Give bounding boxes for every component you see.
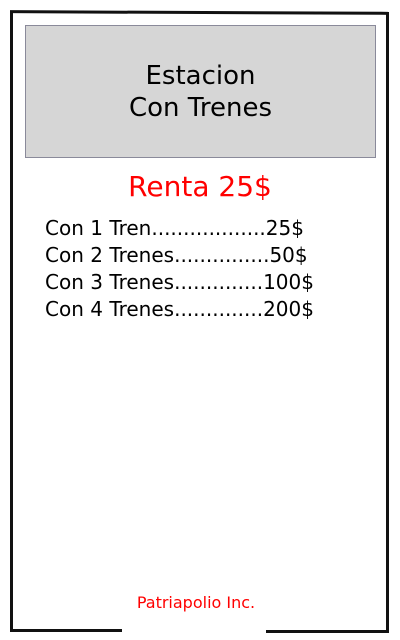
border-bottom-left: [10, 629, 122, 632]
border-right: [386, 12, 389, 632]
border-bottom-right: [266, 630, 389, 633]
rent-row: Con 4 Trenes..............200$: [45, 297, 314, 321]
card-title-line1: Estacion: [145, 60, 256, 91]
rent-row: Con 1 Tren..................25$: [45, 216, 304, 240]
rent-row: Con 3 Trenes..............100$: [45, 270, 314, 294]
card-title-box: Estacion Con Trenes: [25, 25, 376, 158]
footer-brand: Patriapolio Inc.: [136, 593, 256, 612]
border-left: [10, 11, 13, 631]
rent-row: Con 2 Trenes...............50$: [45, 243, 308, 267]
border-top: [9, 10, 389, 15]
base-rent: Renta 25$: [128, 170, 272, 203]
card-title-line2: Con Trenes: [129, 92, 272, 123]
